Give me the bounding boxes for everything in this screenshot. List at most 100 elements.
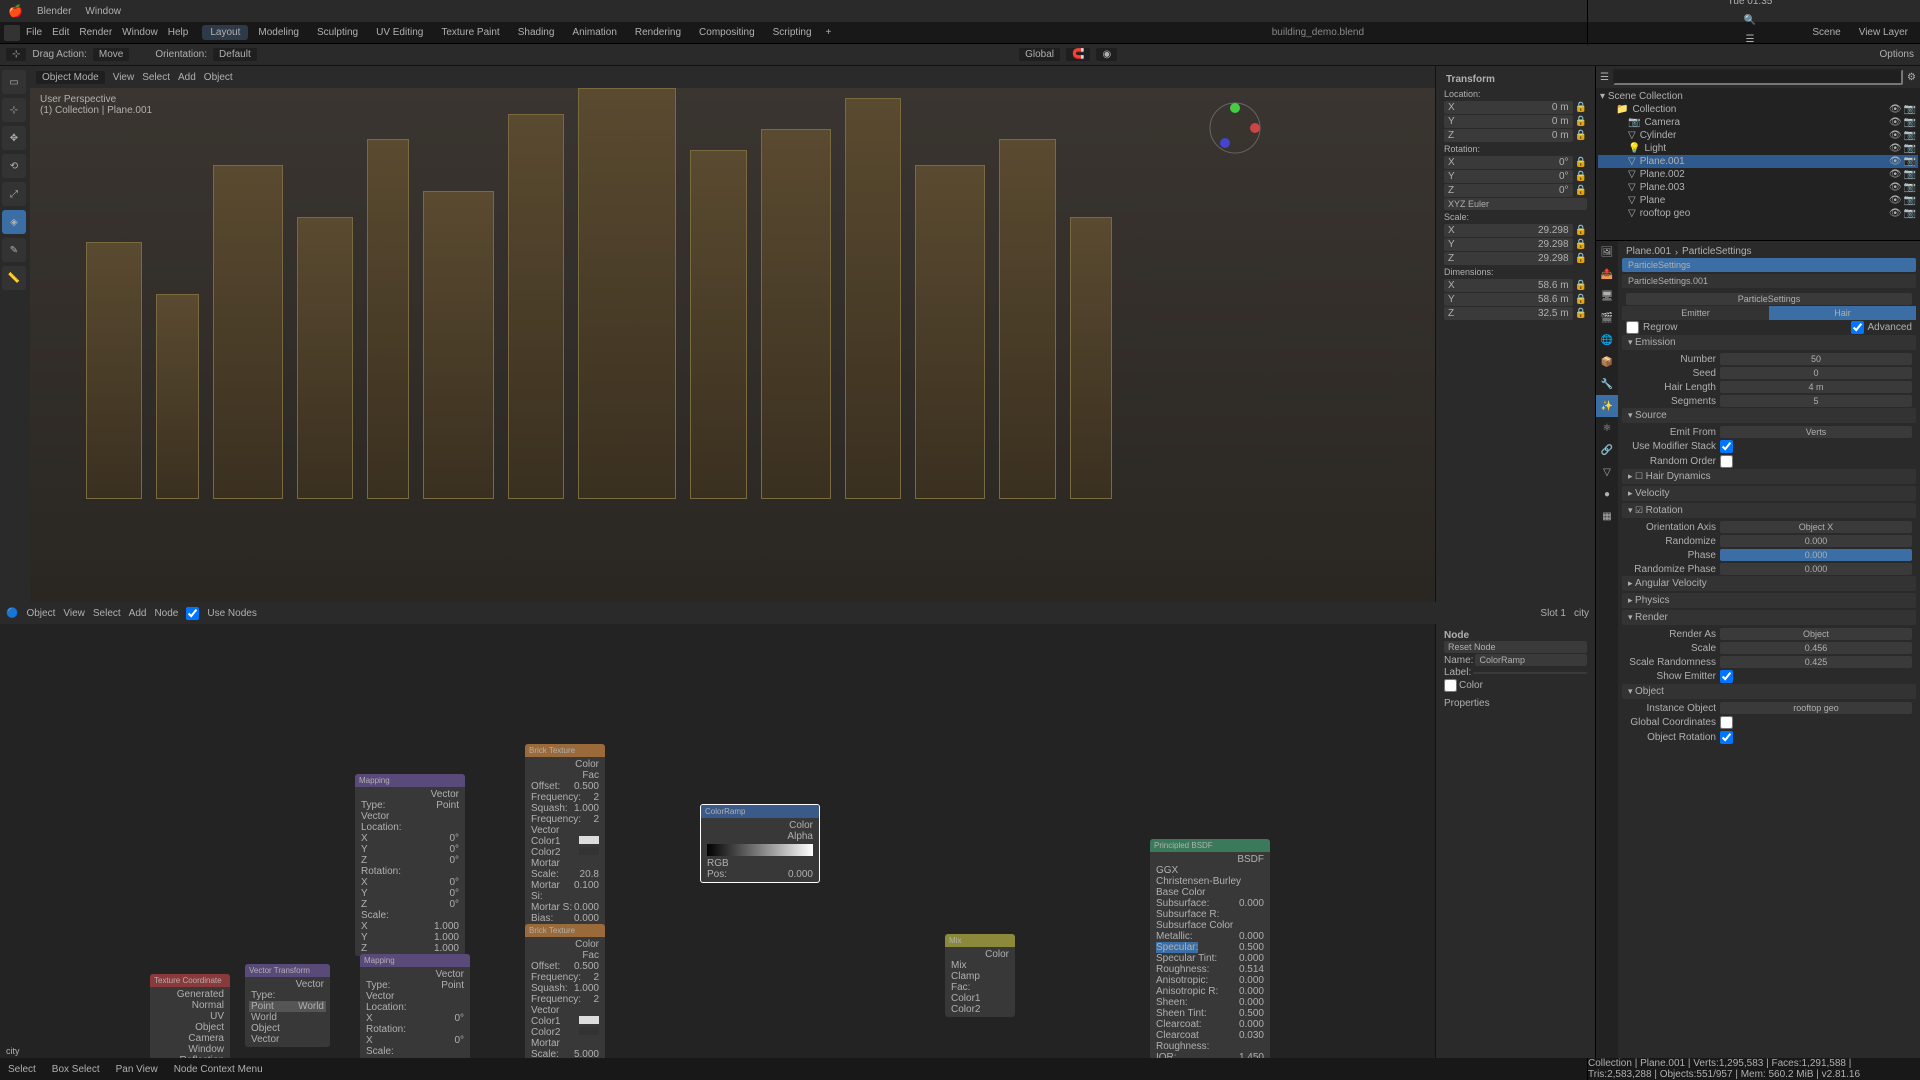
prop-tab-particles[interactable]: ✨	[1596, 395, 1618, 417]
render-icon[interactable]: 📷	[1904, 169, 1916, 180]
prop-tab-constraints[interactable]: 🔗	[1596, 439, 1618, 461]
node-view-menu[interactable]: View	[63, 608, 85, 619]
outliner-type-icon[interactable]: ☰	[1600, 72, 1609, 83]
mode-dropdown[interactable]: Object Mode	[36, 71, 105, 84]
number-field[interactable]: 50	[1720, 353, 1912, 365]
help-menu[interactable]: Help	[168, 27, 189, 38]
hairlen-field[interactable]: 4 m	[1720, 381, 1912, 393]
rot-z-field[interactable]: Z0°	[1444, 184, 1573, 197]
outliner-row-plane-001[interactable]: ▽Plane.001👁📷	[1598, 155, 1918, 168]
eye-icon[interactable]: 👁	[1889, 195, 1902, 206]
prop-tab-world[interactable]: 🌐	[1596, 329, 1618, 351]
render-icon[interactable]: 📷	[1904, 182, 1916, 193]
node-name-field[interactable]: ColorRamp	[1475, 654, 1587, 666]
eye-icon[interactable]: 👁	[1889, 117, 1902, 128]
prop-tab-material[interactable]: ●	[1596, 483, 1618, 505]
node-colorramp[interactable]: ColorRamp Color Alpha RGB Pos:0.000	[700, 804, 820, 883]
apple-icon[interactable]: 🍎	[8, 4, 23, 18]
file-menu[interactable]: File	[26, 27, 42, 38]
node-brick-texture-2[interactable]: Brick Texture Color Fac Offset:0.500 Fre…	[525, 924, 605, 1058]
render-icon[interactable]: 📷	[1904, 130, 1916, 141]
prop-tab-texture[interactable]: ▦	[1596, 505, 1618, 527]
workspace-tab-animation[interactable]: Animation	[564, 25, 624, 40]
prop-tab-render[interactable]: 🖼	[1596, 241, 1618, 263]
search-icon[interactable]: 🔍	[1744, 15, 1756, 26]
vp-select-menu[interactable]: Select	[142, 72, 170, 83]
move-tool[interactable]: ✥	[2, 126, 26, 150]
prop-tab-modifiers[interactable]: 🔧	[1596, 373, 1618, 395]
rot-y-field[interactable]: Y0°	[1444, 170, 1573, 183]
outliner-row-rooftop-geo[interactable]: ▽rooftop geo👁📷	[1598, 207, 1918, 220]
object-header[interactable]: ▾ Object	[1622, 684, 1916, 699]
global-dropdown[interactable]: Global	[1019, 48, 1060, 61]
measure-tool[interactable]: 📏	[2, 266, 26, 290]
node-add-menu[interactable]: Add	[129, 608, 147, 619]
viewlayer-dropdown[interactable]: View Layer	[1851, 25, 1916, 40]
render-icon[interactable]: 📷	[1904, 156, 1916, 167]
transform-tool[interactable]: ◈	[2, 210, 26, 234]
render-icon[interactable]: 📷	[1904, 104, 1916, 115]
dim-y-field[interactable]: Y58.6 m	[1444, 293, 1573, 306]
node-principled-bsdf[interactable]: Principled BSDF BSDF GGX Christensen-Bur…	[1150, 839, 1270, 1058]
dim-x-field[interactable]: X58.6 m	[1444, 279, 1573, 292]
proportional-icon[interactable]: ◉	[1096, 48, 1117, 61]
window-menu[interactable]: Window	[122, 27, 158, 38]
scl-x-field[interactable]: X29.298	[1444, 224, 1573, 237]
node-color-checkbox[interactable]	[1444, 679, 1457, 692]
rotation-header[interactable]: ▾ ☑ Rotation	[1622, 503, 1916, 518]
prop-tab-data[interactable]: ▽	[1596, 461, 1618, 483]
breadcrumb-obj[interactable]: Plane.001	[1626, 246, 1671, 257]
drag-action-dropdown[interactable]: Move	[93, 48, 129, 61]
randphase-field[interactable]: 0.000	[1720, 563, 1912, 575]
render-icon[interactable]: 📷	[1904, 143, 1916, 154]
prop-tab-output[interactable]: 📤	[1596, 263, 1618, 285]
prop-tab-scene[interactable]: 🎬	[1596, 307, 1618, 329]
scene-collection-row[interactable]: ▾ Scene Collection	[1598, 90, 1918, 103]
advanced-checkbox[interactable]	[1851, 321, 1864, 334]
vp-object-menu[interactable]: Object	[204, 72, 233, 83]
eye-icon[interactable]: 👁	[1889, 208, 1902, 219]
usemod-checkbox[interactable]	[1720, 440, 1733, 453]
outliner-row-plane-002[interactable]: ▽Plane.002👁📷	[1598, 168, 1918, 181]
node-select-menu[interactable]: Select	[93, 608, 121, 619]
workspace-tab-sculpting[interactable]: Sculpting	[309, 25, 366, 40]
randord-checkbox[interactable]	[1720, 455, 1733, 468]
render-icon[interactable]: 📷	[1904, 117, 1916, 128]
vp-add-menu[interactable]: Add	[178, 72, 196, 83]
snap-icon[interactable]: 🧲	[1066, 48, 1090, 61]
viewport-canvas[interactable]: User Perspective (1) Collection | Plane.…	[30, 88, 1435, 602]
scale-tool[interactable]: ⤢	[2, 182, 26, 206]
eye-icon[interactable]: 👁	[1889, 130, 1902, 141]
workspace-tab-uv-editing[interactable]: UV Editing	[368, 25, 431, 40]
loc-x-field[interactable]: X0 m	[1444, 101, 1573, 114]
reset-node-button[interactable]: Reset Node	[1444, 641, 1587, 653]
render-icon[interactable]: 📷	[1904, 195, 1916, 206]
regrow-checkbox[interactable]	[1626, 321, 1639, 334]
hairdyn-header[interactable]: ▸ ☐ Hair Dynamics	[1622, 469, 1916, 484]
scene-dropdown[interactable]: Scene	[1804, 25, 1848, 40]
objrot-checkbox[interactable]	[1720, 731, 1733, 744]
render-icon[interactable]: 📷	[1904, 208, 1916, 219]
node-node-menu[interactable]: Node	[154, 608, 178, 619]
ps-slot-1[interactable]: ParticleSettings	[1622, 258, 1916, 272]
eye-icon[interactable]: 👁	[1889, 156, 1902, 167]
edit-menu[interactable]: Edit	[52, 27, 69, 38]
node-mix[interactable]: Mix Color Mix Clamp Fac: Color1 Color2	[945, 934, 1015, 1017]
velocity-header[interactable]: ▸ Velocity	[1622, 486, 1916, 501]
angvel-header[interactable]: ▸ Angular Velocity	[1622, 576, 1916, 591]
outliner-row-plane-003[interactable]: ▽Plane.003👁📷	[1598, 181, 1918, 194]
render-header[interactable]: ▾ Render	[1622, 610, 1916, 625]
render-menu[interactable]: Render	[79, 27, 112, 38]
instobj-dropdown[interactable]: rooftop geo	[1720, 702, 1912, 714]
eye-icon[interactable]: 👁	[1889, 182, 1902, 193]
scl-y-field[interactable]: Y29.298	[1444, 238, 1573, 251]
app-name[interactable]: Blender	[37, 6, 71, 17]
emitfrom-dropdown[interactable]: Verts	[1720, 426, 1912, 438]
emission-header[interactable]: ▾ Emission	[1622, 335, 1916, 350]
segments-field[interactable]: 5	[1720, 395, 1912, 407]
node-editor-type[interactable]: 🔵	[6, 608, 18, 619]
prop-tab-viewlayer[interactable]: 🖥	[1596, 285, 1618, 307]
globcoord-checkbox[interactable]	[1720, 716, 1733, 729]
node-mapping-2[interactable]: Mapping Vector Type:Point Vector Locatio…	[360, 954, 470, 1058]
node-object-dropdown[interactable]: Object	[26, 608, 55, 619]
